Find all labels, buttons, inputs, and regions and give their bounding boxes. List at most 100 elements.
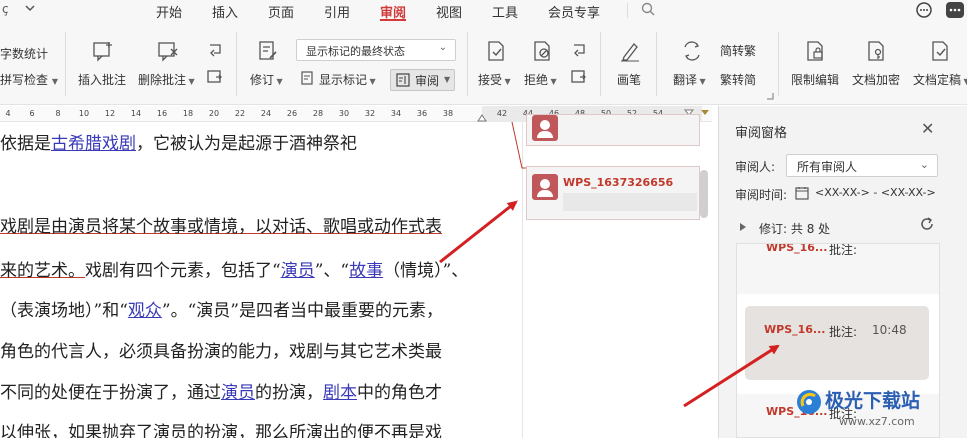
- previous-revision-icon[interactable]: [570, 42, 588, 58]
- word-count-button[interactable]: 字数统计: [0, 45, 48, 62]
- reject-label: 拒绝: [524, 73, 549, 87]
- divider: [467, 32, 468, 96]
- restrict-edit-button[interactable]: 限制编辑: [791, 71, 839, 88]
- reject-icon[interactable]: [532, 40, 554, 62]
- ruler-tick: 4: [5, 109, 11, 118]
- previous-comment-icon[interactable]: [206, 42, 224, 58]
- search-icon[interactable]: [640, 1, 660, 21]
- insert-comment-button[interactable]: 插入批注: [78, 71, 126, 88]
- translate-button[interactable]: 翻译 ▼: [673, 71, 706, 88]
- close-icon[interactable]: ✕: [921, 119, 934, 138]
- comment-balloon[interactable]: [526, 114, 700, 146]
- comment-balloon[interactable]: WPS_1637326656: [526, 166, 700, 220]
- hyperlink-audience[interactable]: 观众: [128, 301, 162, 321]
- menu-member[interactable]: 会员专享: [548, 2, 600, 21]
- refresh-icon[interactable]: [919, 216, 935, 236]
- hyperlink-actor[interactable]: 演员: [281, 261, 315, 281]
- chevron-down-icon: ▼: [51, 77, 58, 86]
- watermark-logo: [797, 390, 821, 414]
- divider: [600, 32, 601, 96]
- review-time-range[interactable]: <XX-XX-> - <XX-XX->: [815, 186, 936, 199]
- item-type: 批注:: [829, 325, 858, 339]
- show-markup-button[interactable]: 显示标记 ▼: [319, 71, 376, 88]
- item-time: 10:48: [872, 323, 907, 337]
- indent-marker-icon[interactable]: [477, 114, 487, 122]
- back-icon[interactable]: ç: [2, 2, 9, 16]
- delete-comment-icon[interactable]: [157, 40, 179, 62]
- accept-icon[interactable]: [486, 40, 508, 62]
- commented-text[interactable]: 来的艺术。: [0, 261, 85, 281]
- doc-finalize-label: 文档定稿: [913, 73, 962, 87]
- text-run: 依据是: [0, 134, 51, 154]
- menu-page[interactable]: 页面: [268, 2, 294, 21]
- text-run: （表演场地）”和“: [0, 301, 128, 321]
- hyperlink-greek-drama[interactable]: 古希腊戏剧: [51, 134, 136, 154]
- menu-tools[interactable]: 工具: [492, 2, 518, 21]
- spell-check-label: 拼写检查: [0, 73, 49, 87]
- chat-icon[interactable]: [915, 1, 935, 21]
- spell-check-button[interactable]: 拼写检查 ▼: [0, 71, 58, 88]
- chevron-down-icon: ▼: [697, 77, 706, 86]
- expand-triangle-icon[interactable]: [739, 223, 747, 231]
- watermark-title: 极光下载站: [825, 390, 921, 412]
- restrict-edit-icon[interactable]: [805, 40, 827, 62]
- reject-button[interactable]: 拒绝 ▼: [524, 71, 557, 88]
- revise-icon[interactable]: [258, 40, 278, 62]
- to-simplified-button[interactable]: 繁转简: [720, 71, 756, 88]
- chevron-down-icon: ▼: [186, 77, 195, 86]
- hyperlink-story[interactable]: 故事: [349, 261, 383, 281]
- ruler-tick: 10: [78, 109, 90, 118]
- document-page[interactable]: 依据是古希腊戏剧，它被认为是起源于酒神祭祀 戏剧是由演员将某个故事或情境，以对话…: [0, 122, 522, 438]
- menu-start[interactable]: 开始: [156, 2, 182, 21]
- next-revision-icon[interactable]: [570, 69, 588, 85]
- revise-label: 修订: [250, 73, 275, 87]
- review-pane-title: 审阅窗格: [735, 126, 788, 141]
- to-traditional-button[interactable]: 简转繁: [720, 42, 756, 59]
- comment-text-box[interactable]: [563, 193, 697, 211]
- ruler-tick: 6: [29, 109, 35, 118]
- text-run: 以伸张，如果抛弃了演员的扮演，那么所演出的便不再是戏: [0, 423, 442, 438]
- review-pane-button[interactable]: 审阅 ▼: [390, 69, 455, 91]
- hyperlink-actor[interactable]: 演员: [221, 383, 255, 403]
- list-item[interactable]: WPS_16... 批注:: [737, 244, 939, 294]
- ruler-tick: 12: [104, 109, 116, 118]
- show-markup-icon[interactable]: [300, 71, 315, 86]
- pen-icon[interactable]: [619, 40, 641, 62]
- doc-finalize-icon[interactable]: [930, 40, 952, 62]
- chevron-down-icon: ▼: [367, 77, 376, 86]
- reviewer-select[interactable]: 所有审阅人 ⌄: [786, 154, 938, 177]
- menu-insert[interactable]: 插入: [212, 2, 238, 21]
- paragraph-line-3: 来的艺术。戏剧有四个元素，包括了“演员”、“故事（情境）”、: [0, 256, 468, 281]
- revise-button[interactable]: 修订 ▼: [250, 71, 283, 88]
- accept-button[interactable]: 接受 ▼: [478, 71, 511, 88]
- vertical-scrollbar[interactable]: [700, 170, 708, 218]
- doc-finalize-button[interactable]: 文档定稿 ▼: [913, 71, 967, 88]
- ruler-tick: 20: [208, 109, 220, 118]
- insert-comment-icon[interactable]: [92, 40, 114, 62]
- ruler-toggle-icon[interactable]: [700, 109, 710, 119]
- doc-encrypt-icon[interactable]: [866, 40, 888, 62]
- calendar-icon[interactable]: [795, 186, 809, 200]
- list-item[interactable]: WPS_16... 批注: 10:48: [745, 306, 929, 380]
- watermark-url: www.xz7.com: [839, 415, 915, 428]
- doc-encrypt-button[interactable]: 文档加密: [852, 71, 900, 88]
- menu-view[interactable]: 视图: [436, 2, 462, 21]
- pen-button[interactable]: 画笔: [617, 71, 641, 88]
- ruler-tick: 8: [55, 109, 61, 118]
- hyperlink-script[interactable]: 剧本: [323, 383, 357, 403]
- delete-comment-button[interactable]: 删除批注 ▼: [138, 71, 195, 88]
- markup-state-value: 显示标记的最终状态: [306, 45, 405, 58]
- commented-text[interactable]: 戏剧是由演员将某个故事或情境，以对话、歌唱或动作式表: [0, 217, 442, 237]
- more-icon[interactable]: [945, 1, 965, 21]
- translate-label: 翻译: [673, 73, 698, 87]
- markup-state-select[interactable]: 显示标记的最终状态 ⌄: [296, 39, 456, 61]
- chevron-down-icon[interactable]: [24, 2, 36, 17]
- menu-reference[interactable]: 引用: [324, 2, 350, 21]
- paragraph-line-5: 角色的代言人，必须具备扮演的能力，戏剧与其它艺术类最: [0, 337, 442, 362]
- ruler-tick: 30: [338, 109, 350, 118]
- ribbon-expand-icon[interactable]: [766, 92, 774, 100]
- next-comment-icon[interactable]: [206, 69, 224, 85]
- ruler-tick: 42: [496, 109, 508, 118]
- ruler-tick: 22: [234, 109, 246, 118]
- translate-icon[interactable]: [681, 40, 703, 62]
